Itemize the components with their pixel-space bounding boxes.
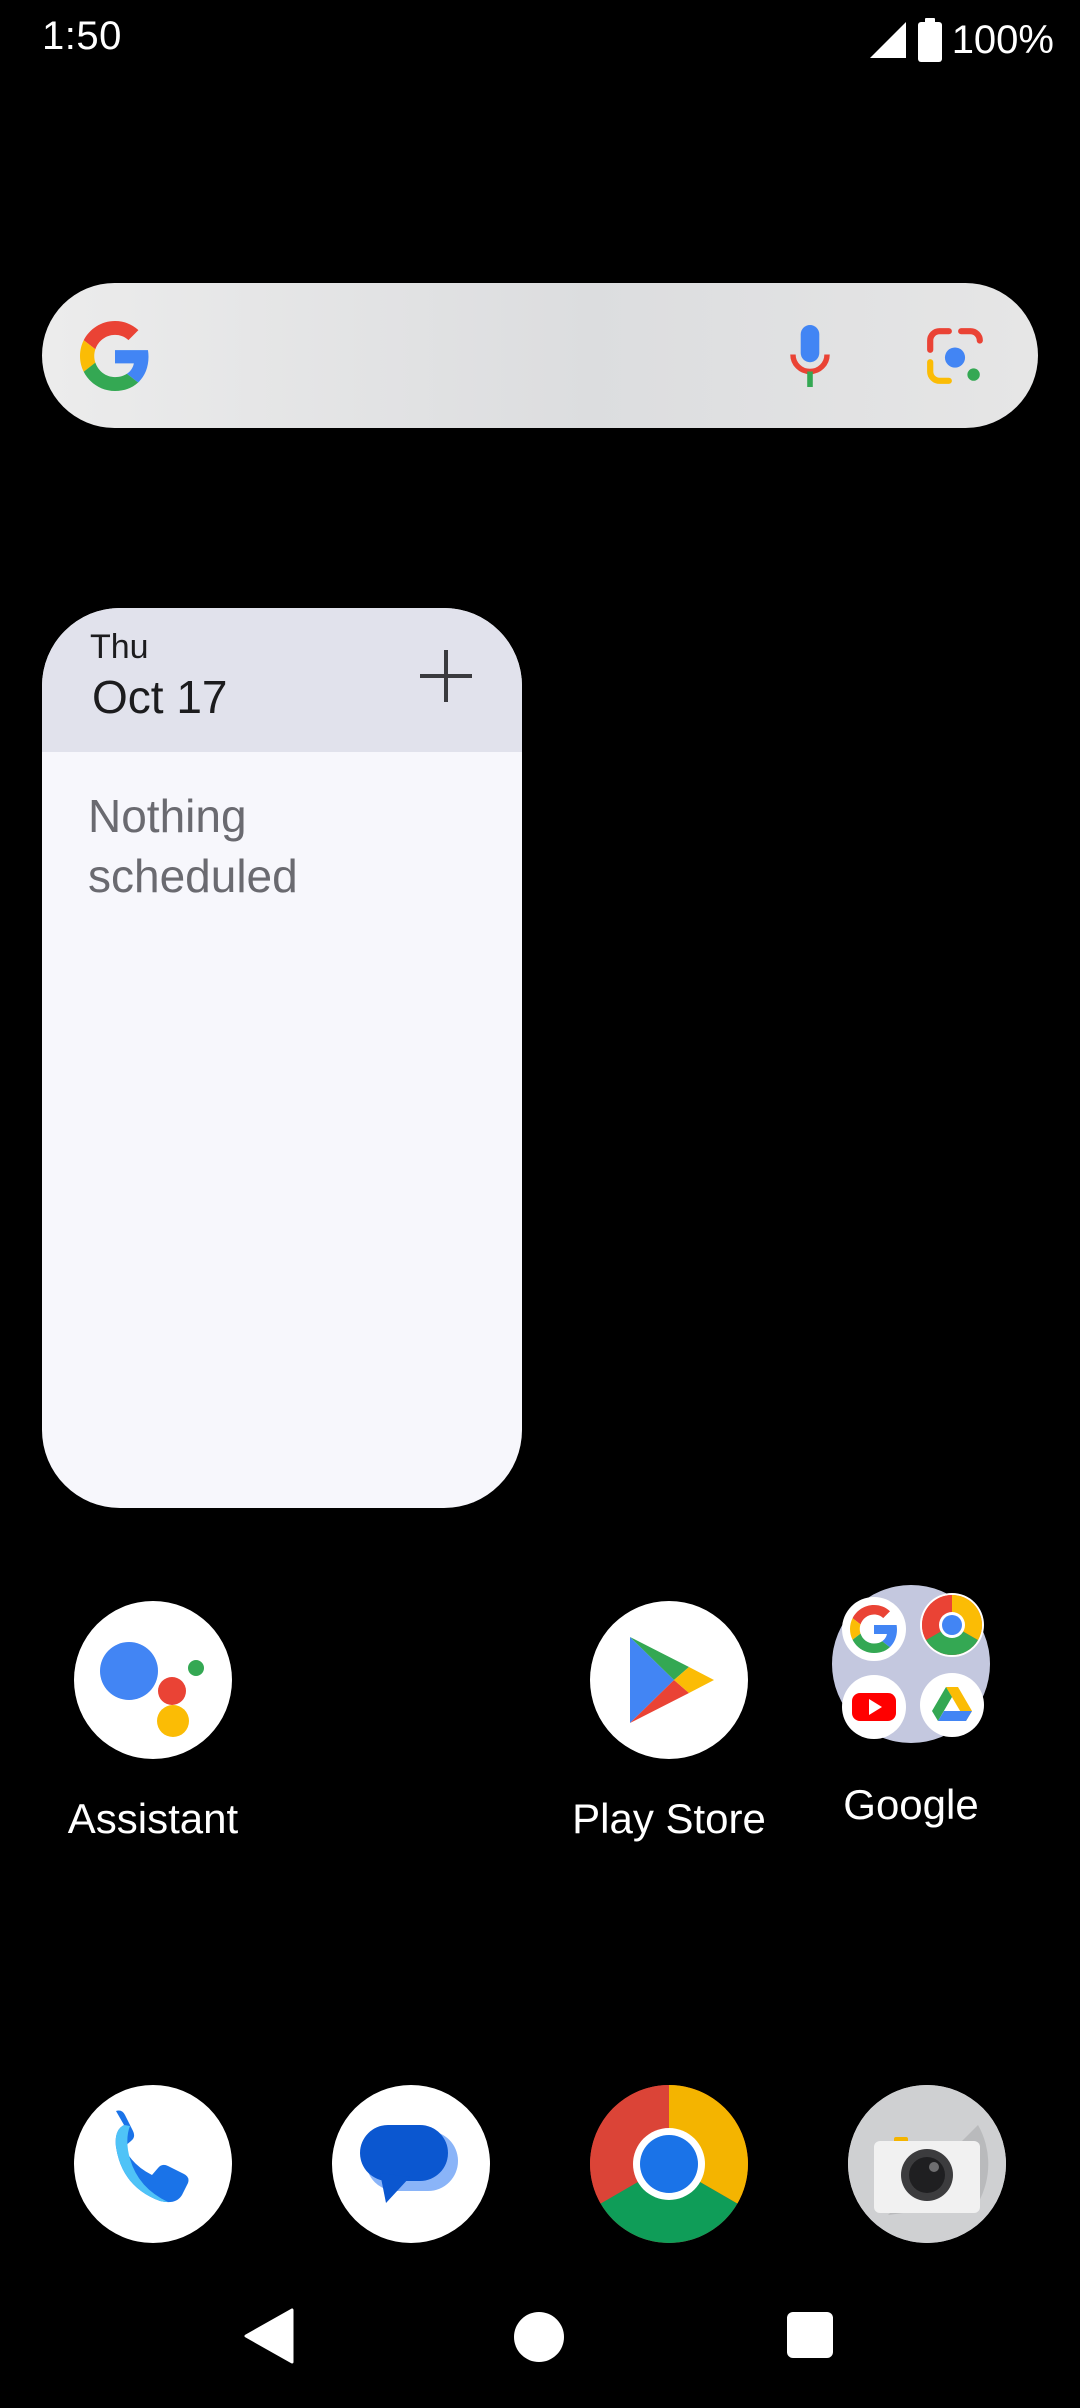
youtube-icon	[842, 1675, 906, 1739]
google-icon	[842, 1597, 906, 1661]
messages-icon	[360, 2125, 458, 2203]
mic-icon[interactable]	[782, 325, 838, 387]
signal-icon	[869, 22, 906, 58]
chrome-icon	[920, 1593, 984, 1657]
status-icons: 100%	[868, 14, 1054, 66]
battery-icon	[917, 18, 942, 62]
phone-app[interactable]	[74, 2085, 232, 2243]
drive-icon	[920, 1673, 984, 1737]
calendar-widget[interactable]: Thu Oct 17 Nothing scheduled	[42, 608, 522, 1508]
phone-icon	[115, 2110, 189, 2203]
google-g-icon	[80, 321, 149, 391]
assistant-app[interactable]	[74, 1601, 232, 1759]
back-icon[interactable]	[244, 2308, 294, 2364]
calendar-date[interactable]: Oct 17	[92, 670, 228, 724]
home-icon[interactable]	[514, 2312, 564, 2362]
calendar-empty-text: Nothing scheduled	[88, 790, 298, 902]
camera-app[interactable]	[848, 2085, 1006, 2243]
search-bar[interactable]	[42, 283, 1038, 428]
assistant-label: Assistant	[67, 1795, 239, 1842]
messages-app[interactable]	[332, 2085, 490, 2243]
play-store-label: Play Store	[572, 1795, 766, 1842]
google-folder[interactable]	[832, 1585, 990, 1743]
chrome-icon	[590, 2085, 748, 2243]
battery-percentage: 100%	[951, 17, 1054, 62]
calendar-day: Thu	[90, 628, 149, 666]
lens-icon[interactable]	[924, 325, 986, 387]
google-folder-label: Google	[843, 1781, 979, 1828]
status-time: 1:50	[42, 14, 122, 58]
camera-icon	[848, 2085, 1006, 2243]
calendar-header: Thu Oct 17	[42, 608, 522, 752]
assistant-icon	[100, 1642, 204, 1737]
plus-icon[interactable]	[414, 644, 478, 708]
play-store-app[interactable]	[590, 1601, 748, 1759]
recents-icon[interactable]	[787, 2312, 833, 2358]
chrome-app[interactable]	[590, 2085, 748, 2243]
play-store-icon	[630, 1637, 714, 1723]
